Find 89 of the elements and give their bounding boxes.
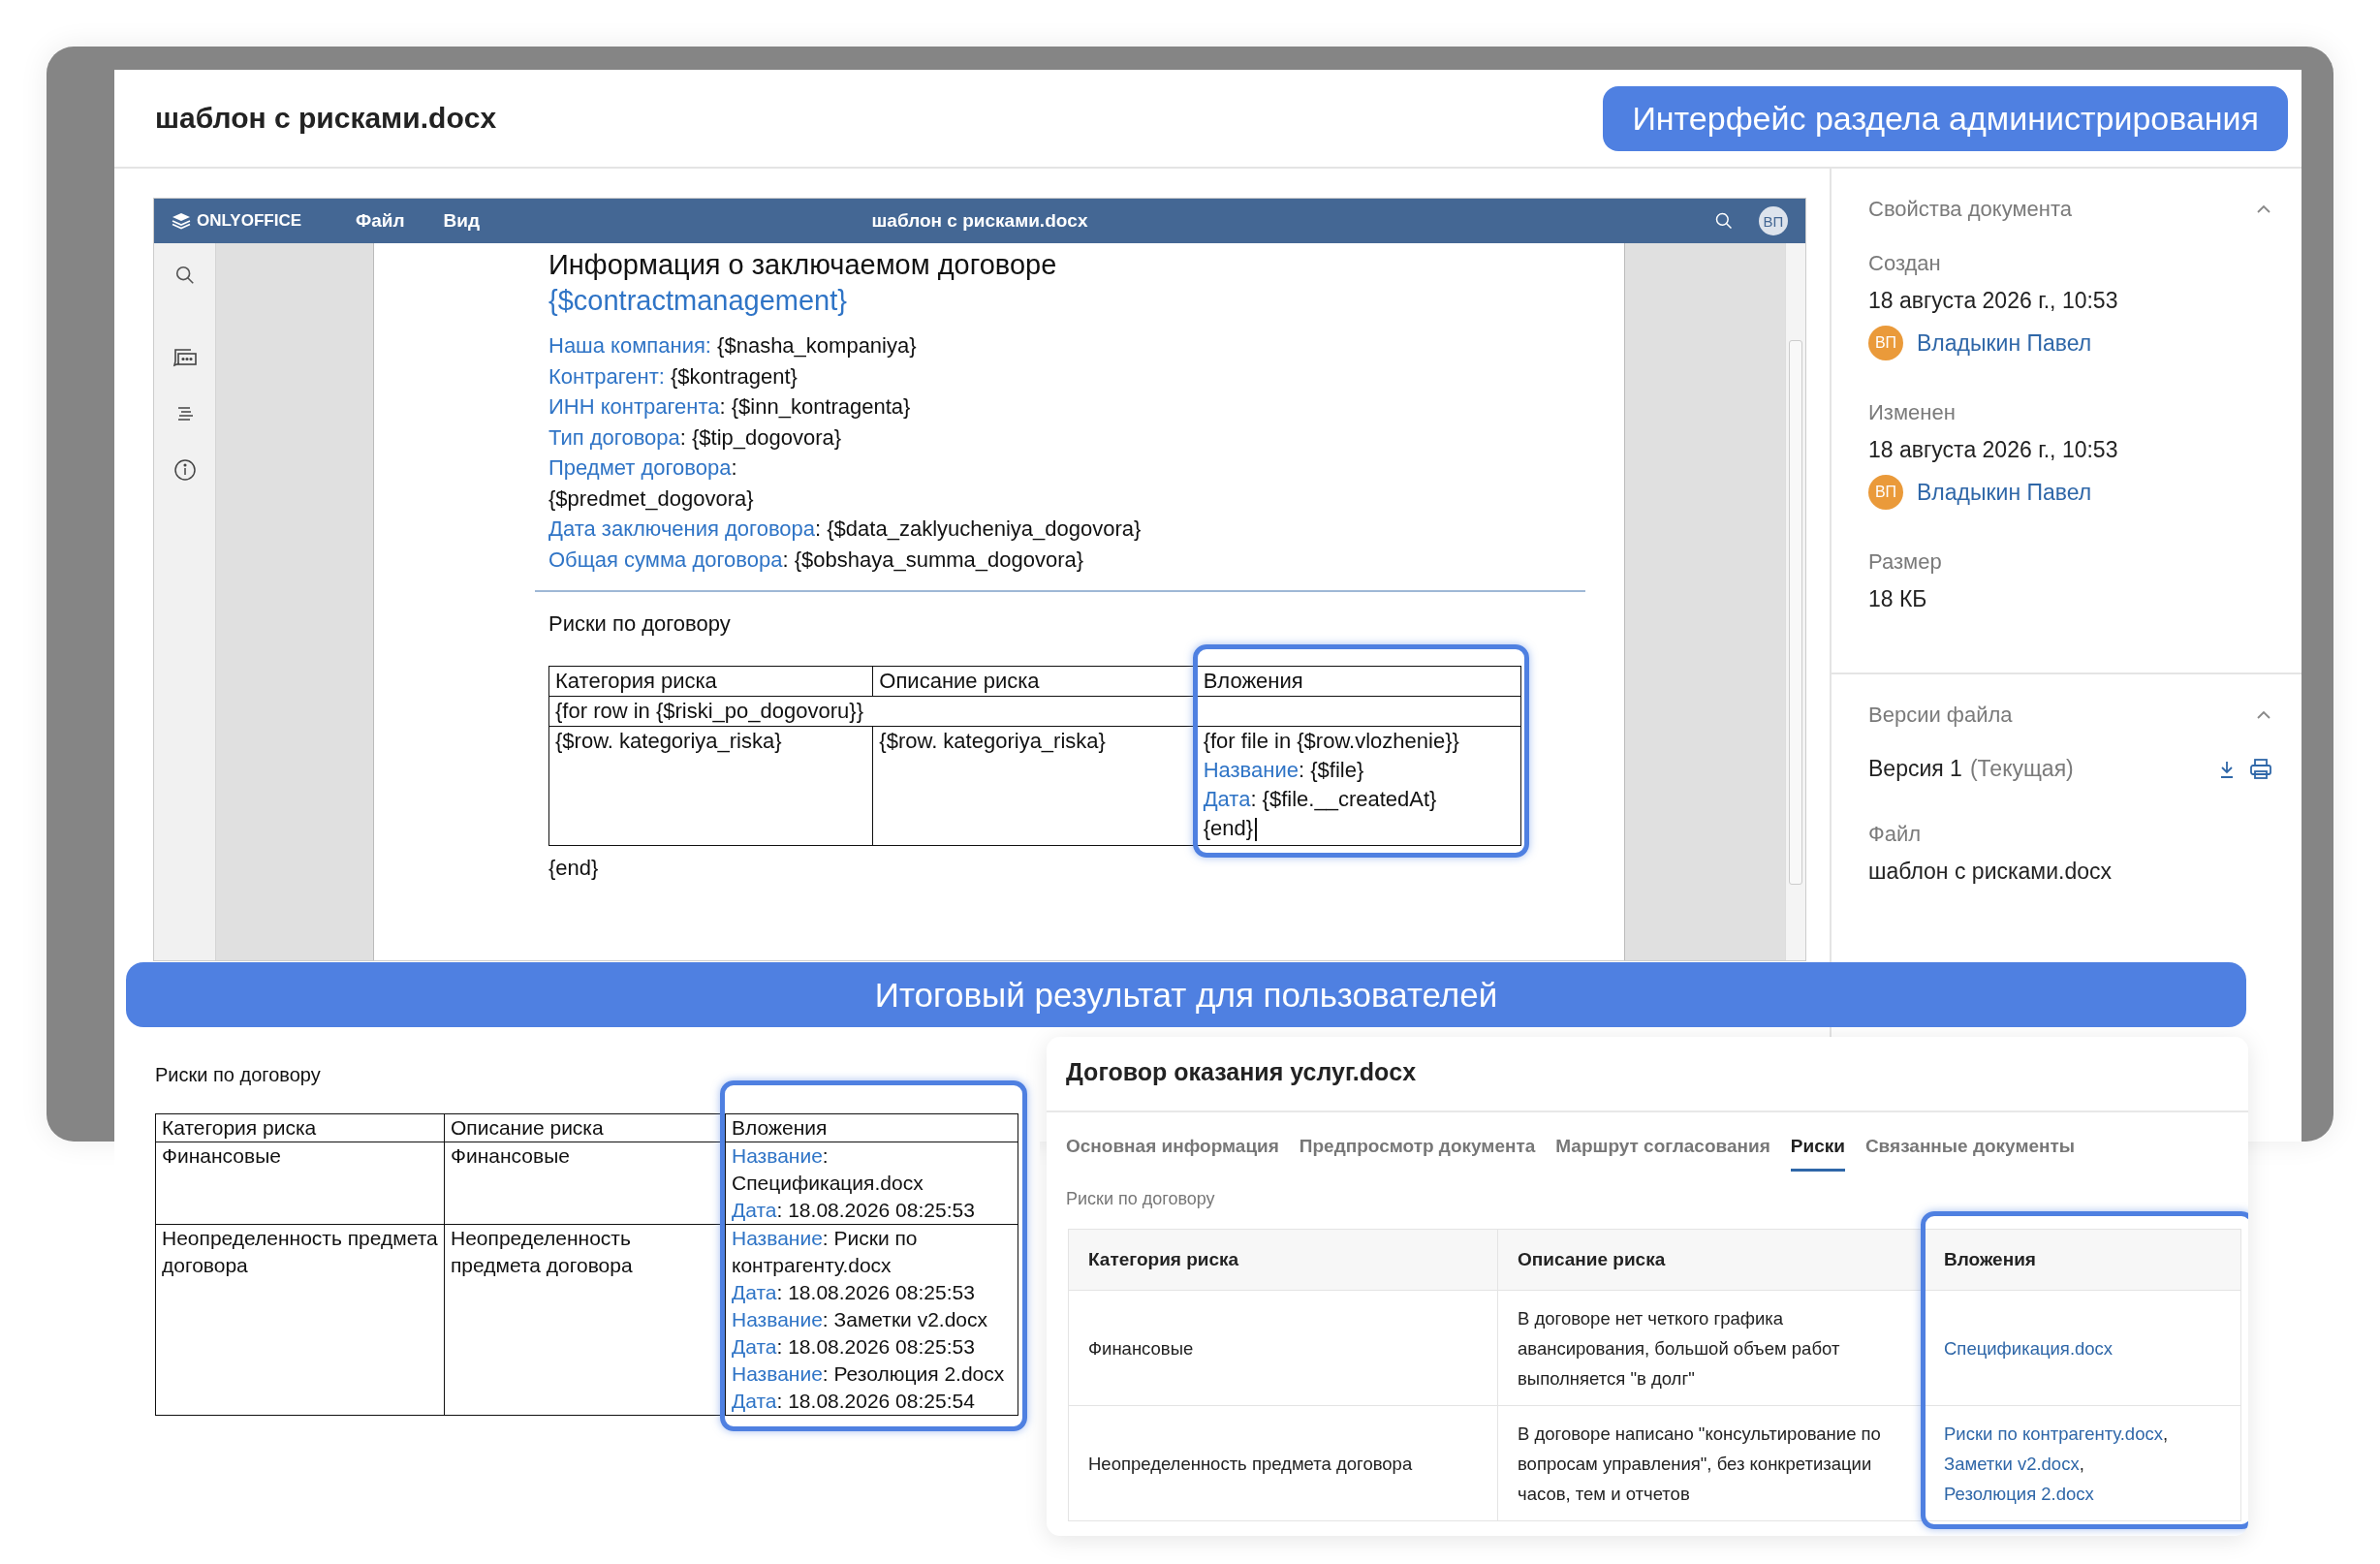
attachment-link[interactable]: Риски по контрагенту.docx (1944, 1423, 2163, 1444)
attachment-text: Дата: 18.08.2026 08:25:53 (732, 1199, 975, 1221)
field-label: ИНН контрагента (548, 394, 720, 419)
version-label: Версия 1 (1868, 756, 1962, 782)
field-value: : (731, 455, 737, 480)
caption-banner: Итоговый результат для пользователей (126, 962, 2246, 1027)
attachment-text: Дата: 18.08.2026 08:25:54 (732, 1390, 975, 1412)
field-value: {$nasha_kompaniya} (716, 333, 917, 358)
search-icon[interactable] (173, 265, 196, 286)
field-value: : {$tip_dogovora} (679, 424, 842, 450)
user-avatar: ВП (1868, 475, 1903, 510)
tab[interactable]: Предпросмотр документа (1299, 1136, 1536, 1172)
field-label: Общая сумма договора (548, 547, 783, 572)
info-icon[interactable] (172, 458, 197, 482)
template-text: {end} (548, 855, 600, 882)
tab[interactable]: Риски (1790, 1136, 1845, 1172)
attachment-text: Название: Заметки v2.docx (732, 1308, 988, 1330)
property-value: 18 августа 2026 г., 10:53 (1868, 436, 2119, 464)
author-link[interactable]: Владыкин Павел (1917, 329, 2092, 357)
field-value: : {$data_zaklyucheniya_dogovora} (815, 516, 1142, 541)
field-label: Контрагент: (548, 363, 665, 389)
user-avatar: ВП (1759, 206, 1788, 235)
tab[interactable]: Основная информация (1066, 1136, 1279, 1172)
field-value: {$predmet_dogovora} (548, 485, 755, 513)
logo-text: ONLYOFFICE (197, 211, 301, 231)
attachment-text: Дата: {$file.__createdAt} (1203, 787, 1437, 811)
comments-icon[interactable] (172, 348, 198, 369)
column-header: Вложения (1924, 1229, 2241, 1291)
attachment-text: Дата: 18.08.2026 08:25:53 (732, 1281, 975, 1303)
column-header: Категория риска (155, 1113, 445, 1142)
field-value: : {$obshaya_summa_dogovora} (782, 547, 1084, 572)
download-button[interactable] (2218, 759, 2236, 779)
property-value: 18 августа 2026 г., 10:53 (1868, 287, 2119, 315)
section-title: Риски по договору (155, 1064, 322, 1086)
section-title: Версии файла (1868, 702, 2013, 729)
property-label: Создан (1868, 250, 1942, 277)
field-label: Предмет договора (548, 455, 732, 480)
attachment-link[interactable]: Заметки v2.docx (1944, 1453, 2080, 1474)
separator-text: , (2162, 1423, 2169, 1444)
menu-item[interactable]: Файл (356, 210, 405, 232)
search-icon[interactable] (1714, 211, 1734, 231)
table-cell: Финансовые (1068, 1290, 1498, 1406)
section-title: Риски по договору (1065, 1188, 1216, 1210)
column-header: Категория риска (548, 666, 873, 697)
section-title: Свойства документа (1868, 196, 2072, 223)
version-status: (Текущая) (1969, 756, 2074, 782)
document-title: шаблон с рисками.docx (871, 210, 1088, 232)
table-cell: {$row. kategoriya_riska} (548, 726, 873, 846)
logo-icon (172, 212, 191, 230)
attachment-link[interactable]: Спецификация.docx (1944, 1337, 2114, 1359)
table-cell: Финансовые (155, 1142, 445, 1225)
chevron-icon[interactable] (2255, 203, 2272, 215)
property-label: Изменен (1868, 399, 1957, 426)
field-label: Тип договора (548, 424, 680, 450)
template-tag: {$contractmanagement} (548, 282, 1585, 319)
tab[interactable]: Связанные документы (1864, 1136, 2076, 1172)
separator-text: , (2079, 1453, 2084, 1474)
section-title: Риски по договору (548, 611, 732, 637)
attachment-link[interactable]: Резолюция 2.docx (1944, 1483, 2094, 1504)
document-heading: Информация о заключаемом договоре (548, 248, 1058, 282)
table-cell: Неопределенность предмета договора (155, 1224, 445, 1416)
attachment-text: Название: {$file} (1203, 758, 1364, 782)
caption-badge: Интерфейс раздела администрирования (1603, 85, 2288, 151)
attachment-text: Название: Риски по контрагенту.docx (732, 1227, 918, 1276)
table-cell: Неопределенность предмета договора (1068, 1405, 1498, 1521)
property-label: Размер (1868, 548, 1943, 576)
attachment-text: Название: Резолюция 2.docx (732, 1362, 1005, 1385)
tab[interactable]: Маршрут согласования (1555, 1136, 1770, 1172)
column-header: Вложения (1197, 666, 1521, 697)
attachment-text: {end} (1203, 816, 1254, 840)
window-title: шаблон с рисками.docx (155, 102, 497, 135)
user-avatar: ВП (1868, 326, 1903, 360)
field-label: Дата заключения договора (548, 516, 816, 541)
attachment-text: Название: Спецификация.docx (732, 1144, 924, 1194)
property-value: 18 КБ (1868, 585, 1928, 613)
field-label: Наша компания: (548, 333, 711, 358)
menu-item[interactable]: Вид (443, 210, 480, 232)
print-button[interactable] (2249, 758, 2272, 780)
author-link[interactable]: Владыкин Павел (1917, 479, 2092, 506)
column-header: Категория риска (1068, 1229, 1498, 1291)
attachment-text: Дата: 18.08.2026 08:25:53 (732, 1335, 975, 1358)
field-value: : {$inn_kontragenta} (719, 394, 911, 419)
property-label: Файл (1868, 821, 1923, 848)
chevron-icon[interactable] (2255, 709, 2272, 721)
field-value: {$kontragent} (670, 363, 798, 389)
attachment-text: {for file in {$row.vlozhenie}} (1203, 729, 1459, 753)
card-title: Договор оказания услуг.docx (1047, 1037, 2248, 1112)
column-header: Вложения (725, 1113, 1018, 1142)
property-value: шаблон с рисками.docx (1868, 858, 2113, 886)
